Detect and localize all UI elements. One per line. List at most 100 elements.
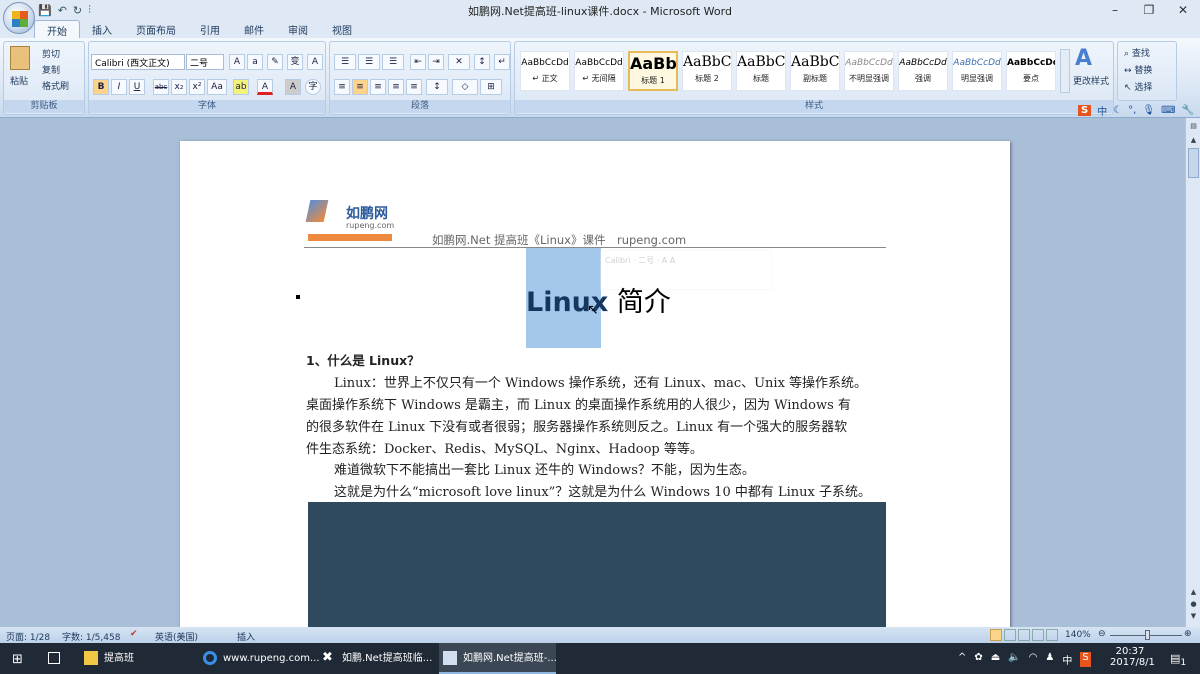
tray-person-icon[interactable]: ♟ bbox=[1045, 652, 1054, 667]
style-emphasis[interactable]: AaBbCcDd 强调 bbox=[898, 51, 948, 91]
clock[interactable]: 20:37 2017/8/1 bbox=[1110, 646, 1155, 668]
redo-icon[interactable]: ↻ bbox=[73, 4, 82, 17]
select-button[interactable]: ↖ 选择 bbox=[1124, 80, 1152, 93]
scroll-thumb[interactable] bbox=[1188, 148, 1199, 178]
font-color-button[interactable]: A bbox=[257, 79, 273, 95]
insert-mode[interactable]: 插入 bbox=[237, 630, 255, 643]
format-painter-button[interactable]: 格式刷 bbox=[42, 79, 69, 92]
close-button[interactable]: ✕ bbox=[1166, 0, 1200, 20]
scroll-up-button[interactable]: ▲ bbox=[1188, 136, 1199, 146]
full-screen-view[interactable] bbox=[1004, 629, 1016, 641]
usb-icon[interactable]: ⏏ bbox=[991, 652, 1000, 667]
style-intense-emphasis[interactable]: AaBbCcDd 明显强调 bbox=[952, 51, 1002, 91]
tray-app-icon[interactable]: ✿ bbox=[974, 652, 982, 667]
taskbar-item-folder[interactable]: 提高班 bbox=[80, 643, 195, 674]
tab-references[interactable]: 引用 bbox=[188, 20, 232, 38]
notification-icon[interactable]: ▤1 bbox=[1170, 652, 1186, 668]
start-windows-icon[interactable]: ⊞ bbox=[12, 652, 23, 667]
web-view[interactable] bbox=[1018, 629, 1030, 641]
style-subtitle[interactable]: AaBbC 副标题 bbox=[790, 51, 840, 91]
wrench-icon[interactable]: 🔧 bbox=[1182, 105, 1194, 116]
multilevel-list-button[interactable]: ☰ bbox=[382, 54, 404, 70]
style-strong[interactable]: AaBbCcDd 要点 bbox=[1006, 51, 1056, 91]
line-spacing-button[interactable]: ↕ bbox=[426, 79, 448, 95]
restore-button[interactable]: ❐ bbox=[1132, 0, 1166, 20]
bold-button[interactable]: B bbox=[93, 79, 109, 95]
phonetic-button[interactable]: 变 bbox=[287, 54, 303, 70]
change-styles-button[interactable]: 更改样式 bbox=[1073, 74, 1109, 87]
task-view-icon[interactable] bbox=[48, 652, 60, 664]
shrink-font-button[interactable]: a bbox=[247, 54, 263, 70]
style-normal[interactable]: AaBbCcDd ↵ 正文 bbox=[520, 51, 570, 91]
wifi-icon[interactable]: ◠ bbox=[1029, 652, 1038, 667]
vertical-scrollbar[interactable]: ▤ ▲ ▲ ● ▼ bbox=[1185, 118, 1200, 627]
tab-page-layout[interactable]: 页面布局 bbox=[124, 20, 188, 38]
language[interactable]: 英语(美国) bbox=[155, 630, 198, 643]
taskbar-item-app[interactable]: ✖ 如鹏.Net提高班临... bbox=[318, 643, 433, 674]
tab-home[interactable]: 开始 bbox=[34, 20, 80, 38]
italic-button[interactable]: I bbox=[111, 79, 127, 95]
style-title[interactable]: AaBbC 标题 bbox=[736, 51, 786, 91]
borders-button[interactable]: ⊞ bbox=[480, 79, 502, 95]
tab-mailings[interactable]: 邮件 bbox=[232, 20, 276, 38]
minimize-button[interactable]: – bbox=[1098, 0, 1132, 20]
taskbar-item-word[interactable]: 如鹏网.Net提高班-... bbox=[439, 643, 557, 674]
justify-button[interactable]: ≡ bbox=[388, 79, 404, 95]
tab-review[interactable]: 审阅 bbox=[276, 20, 320, 38]
show-marks-button[interactable]: ↵ bbox=[494, 54, 510, 70]
cut-button[interactable]: 剪切 bbox=[42, 47, 60, 60]
styles-scroll[interactable] bbox=[1060, 49, 1070, 93]
decrease-indent-button[interactable]: ⇤ bbox=[410, 54, 426, 70]
ime-lang[interactable]: 中 bbox=[1097, 103, 1107, 118]
change-case-button[interactable]: Aa bbox=[207, 79, 227, 95]
distribute-button[interactable]: ≡ bbox=[406, 79, 422, 95]
zoom-out-button[interactable]: ⊖ bbox=[1098, 629, 1106, 639]
style-no-spacing[interactable]: AaBbCcDd ↵ 无间隔 bbox=[574, 51, 624, 91]
keyboard-icon[interactable]: ⌨ bbox=[1161, 105, 1175, 116]
next-page-button[interactable]: ▼ bbox=[1188, 612, 1199, 622]
replace-button[interactable]: ↔ 替换 bbox=[1124, 63, 1152, 76]
save-icon[interactable]: 💾 bbox=[38, 4, 52, 17]
sogou-tray-icon[interactable]: S bbox=[1080, 652, 1091, 667]
style-heading-1[interactable]: AaBb 标题 1 bbox=[628, 51, 678, 91]
punct-icon[interactable]: °, bbox=[1128, 105, 1136, 116]
page-count[interactable]: 页面: 1/28 bbox=[6, 630, 50, 643]
sogou-icon[interactable]: S bbox=[1078, 105, 1092, 116]
char-border-button[interactable]: A bbox=[307, 54, 323, 70]
sort-button[interactable]: ↕ bbox=[474, 54, 490, 70]
office-button[interactable] bbox=[3, 2, 35, 34]
customize-qat-icon[interactable]: ⫶ bbox=[88, 3, 91, 17]
shading-button[interactable]: ◇ bbox=[452, 79, 478, 95]
word-count[interactable]: 字数: 1/5,458 bbox=[62, 630, 120, 643]
tray-expand-icon[interactable]: ^ bbox=[958, 652, 966, 667]
strikethrough-button[interactable]: abc bbox=[153, 79, 169, 95]
ime-indicator[interactable]: 中 bbox=[1062, 652, 1072, 667]
bullets-button[interactable]: ☰ bbox=[334, 54, 356, 70]
enclose-char-button[interactable]: 字 bbox=[305, 79, 321, 95]
tab-view[interactable]: 视图 bbox=[320, 20, 364, 38]
draft-view[interactable] bbox=[1046, 629, 1058, 641]
align-center-button[interactable]: ≡ bbox=[352, 79, 368, 95]
char-shading-button[interactable]: A bbox=[285, 79, 301, 95]
zoom-level[interactable]: 140% bbox=[1065, 630, 1091, 640]
paste-button[interactable]: 粘贴 bbox=[10, 74, 28, 87]
undo-icon[interactable]: ↶ bbox=[58, 4, 67, 17]
ruler-toggle-icon[interactable]: ▤ bbox=[1188, 122, 1199, 132]
volume-icon[interactable]: 🔈 bbox=[1008, 652, 1020, 667]
moon-icon[interactable]: ☾ bbox=[1113, 105, 1122, 116]
browse-object-button[interactable]: ● bbox=[1188, 600, 1199, 610]
proofing-icon[interactable]: ✔ bbox=[130, 629, 138, 639]
style-heading-2[interactable]: AaBbC 标题 2 bbox=[682, 51, 732, 91]
underline-button[interactable]: U bbox=[129, 79, 145, 95]
print-layout-view[interactable] bbox=[990, 629, 1002, 641]
font-size-select[interactable]: 二号 bbox=[186, 54, 224, 70]
align-right-button[interactable]: ≡ bbox=[370, 79, 386, 95]
copy-button[interactable]: 复制 bbox=[42, 63, 60, 76]
grow-font-button[interactable]: A bbox=[229, 54, 245, 70]
align-left-button[interactable]: ≡ bbox=[334, 79, 350, 95]
superscript-button[interactable]: x² bbox=[189, 79, 205, 95]
increase-indent-button[interactable]: ⇥ bbox=[428, 54, 444, 70]
find-button[interactable]: ⌕ 查找 bbox=[1124, 46, 1150, 59]
embedded-image[interactable] bbox=[308, 502, 886, 627]
subscript-button[interactable]: x₂ bbox=[171, 79, 187, 95]
